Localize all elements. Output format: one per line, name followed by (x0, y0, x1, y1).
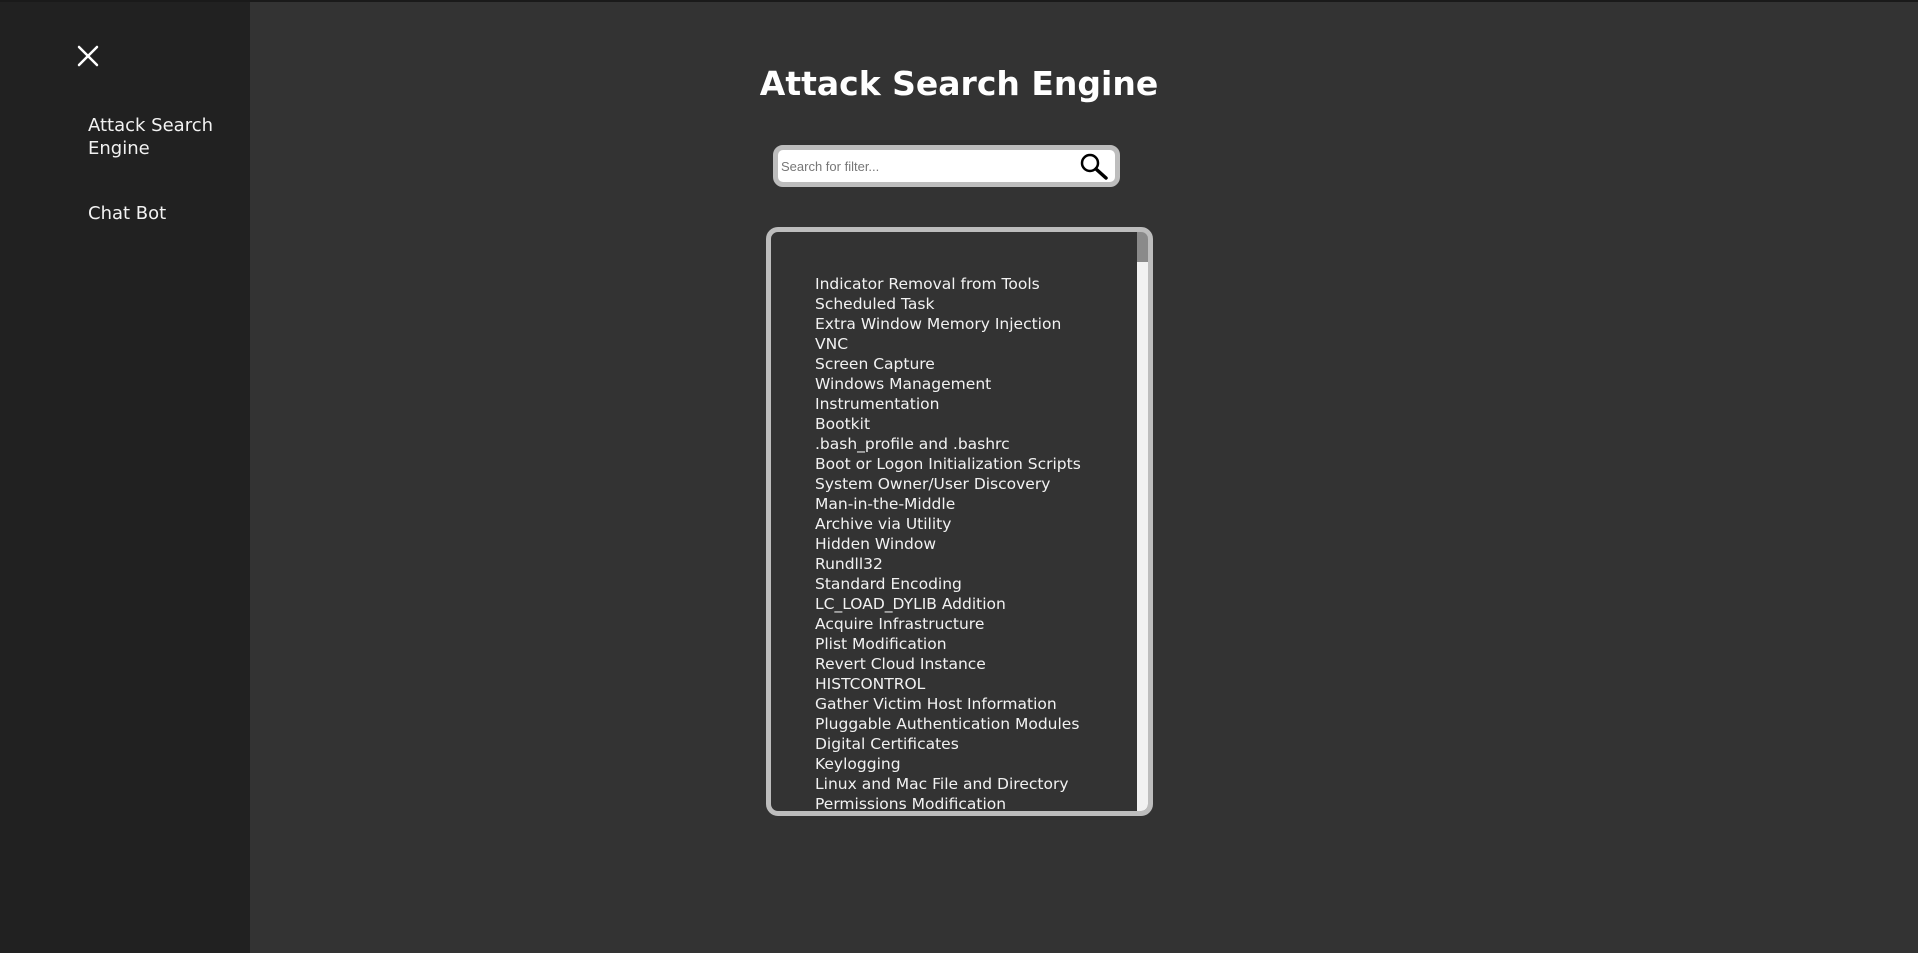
results-list-container: Indicator Removal from Tools Scheduled Ta… (766, 227, 1153, 816)
list-item[interactable]: Linux and Mac File and Directory (815, 774, 1141, 794)
list-item[interactable]: Acquire Infrastructure (815, 614, 1141, 634)
list-item[interactable]: Instrumentation (815, 394, 1141, 414)
list-item[interactable]: VNC (815, 334, 1141, 354)
list-item[interactable]: Plist Modification (815, 634, 1141, 654)
search-input[interactable] (781, 153, 1061, 179)
list-item[interactable]: HISTCONTROL (815, 674, 1141, 694)
list-item[interactable]: Keylogging (815, 754, 1141, 774)
list-item[interactable]: .bash_profile and .bashrc (815, 434, 1141, 454)
list-item[interactable]: Bootkit (815, 414, 1141, 434)
list-item[interactable]: Indicator Removal from Tools (815, 274, 1141, 294)
list-item[interactable]: Man-in-the-Middle (815, 494, 1141, 514)
list-item[interactable]: Windows Management (815, 374, 1141, 394)
list-item[interactable]: LC_LOAD_DYLIB Addition (815, 594, 1141, 614)
list-item[interactable]: Pluggable Authentication Modules (815, 714, 1141, 734)
list-item[interactable]: Screen Capture (815, 354, 1141, 374)
list-item[interactable]: Archive via Utility (815, 514, 1141, 534)
list-item[interactable]: Rundll32 (815, 554, 1141, 574)
list-item[interactable]: Hidden Window (815, 534, 1141, 554)
list-item[interactable]: Permissions Modification (815, 794, 1141, 811)
page-title: Attack Search Engine (759, 64, 1159, 103)
list-item[interactable]: Gather Victim Host Information (815, 694, 1141, 714)
list-item[interactable]: Boot or Logon Initialization Scripts (815, 454, 1141, 474)
top-border (0, 0, 1918, 2)
close-icon[interactable] (74, 42, 102, 70)
sidebar-item-chat-bot[interactable]: Chat Bot (88, 202, 228, 225)
sidebar: Attack Search Engine Chat Bot (0, 2, 250, 953)
sidebar-item-attack-search-engine[interactable]: Attack Search Engine (88, 114, 228, 160)
list-item[interactable]: Extra Window Memory Injection (815, 314, 1141, 334)
list-item[interactable]: Digital Certificates (815, 734, 1141, 754)
search-box (773, 145, 1120, 187)
results-list[interactable]: Indicator Removal from Tools Scheduled Ta… (771, 232, 1141, 811)
list-item[interactable]: Scheduled Task (815, 294, 1141, 314)
search-icon[interactable] (1079, 152, 1109, 180)
list-item[interactable]: Revert Cloud Instance (815, 654, 1141, 674)
scrollbar[interactable] (1137, 232, 1148, 811)
scrollbar-thumb[interactable] (1137, 232, 1148, 262)
list-item[interactable]: System Owner/User Discovery (815, 474, 1141, 494)
list-item[interactable]: Standard Encoding (815, 574, 1141, 594)
